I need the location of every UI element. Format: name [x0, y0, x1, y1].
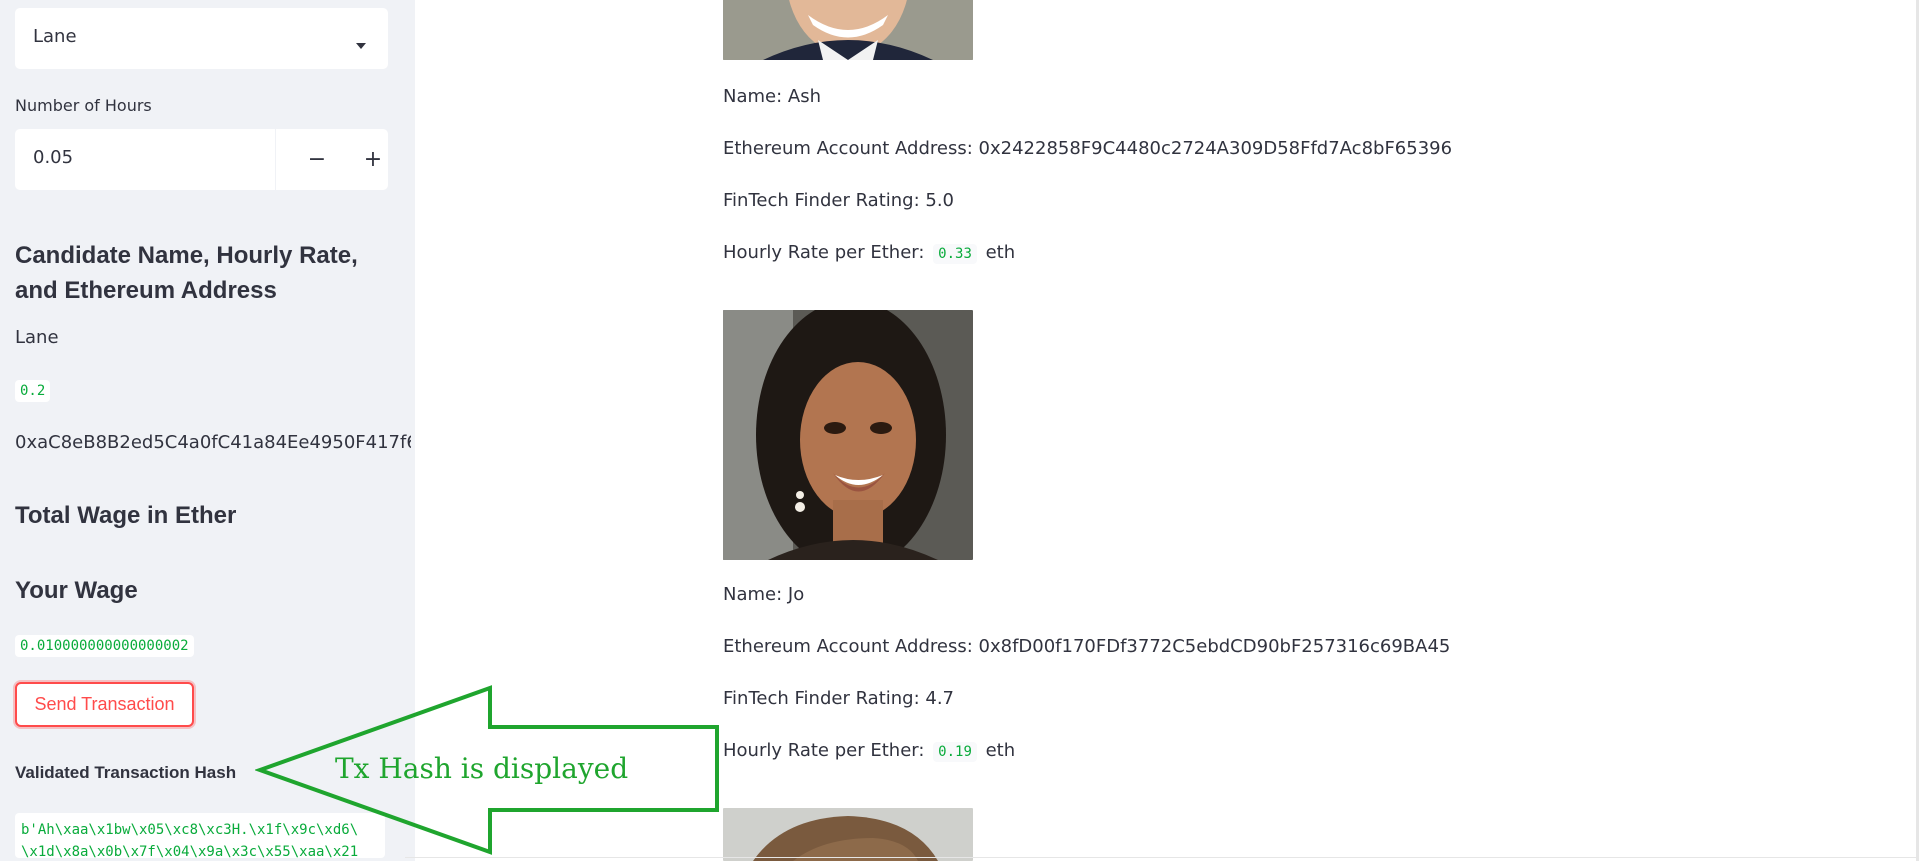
candidate-rate-ash: Hourly Rate per Ether: 0.33 eth: [723, 242, 1016, 264]
transaction-hash-label: Validated Transaction Hash: [15, 763, 237, 782]
your-wage-heading: Your Wage: [15, 577, 138, 604]
candidate-select[interactable]: Lane: [15, 8, 388, 69]
wage-value: 0.010000000000000002: [15, 635, 194, 657]
candidate-select-value: Lane: [33, 26, 77, 47]
send-transaction-button[interactable]: Send Transaction: [15, 682, 194, 727]
rate-prefix: Hourly Rate per Ether:: [723, 740, 925, 761]
rate-unit: eth: [985, 740, 1016, 761]
hours-label: Number of Hours: [15, 96, 152, 115]
candidate-photo-ash: [723, 0, 973, 60]
candidate-photo-jo: [723, 310, 973, 560]
candidate-rating-ash: FinTech Finder Rating: 5.0: [723, 190, 955, 211]
candidate-name-jo: Name: Jo: [723, 584, 805, 605]
chevron-down-icon[interactable]: [356, 43, 366, 49]
rate-value: 0.19: [933, 742, 977, 762]
input-divider: [275, 129, 276, 190]
candidate-address-jo: Ethereum Account Address: 0x8fD00f170FDf…: [723, 636, 1451, 657]
candidate-name: Lane: [15, 327, 59, 348]
total-wage-heading: Total Wage in Ether: [15, 502, 237, 529]
candidate-rate: 0.2: [15, 380, 51, 402]
candidate-address-ash: Ethereum Account Address: 0x2422858F9C44…: [723, 138, 1453, 159]
candidate-photo-next: [723, 808, 973, 861]
candidate-rating-jo: FinTech Finder Rating: 4.7: [723, 688, 955, 709]
candidate-address: 0xaC8eB8B2ed5C4a0fC41a84Ee4950F417f67029: [15, 432, 411, 453]
rate-value: 0.33: [933, 244, 977, 264]
hours-input-value[interactable]: 0.05: [33, 147, 73, 168]
candidate-info-heading: Candidate Name, Hourly Rate, and Ethereu…: [15, 242, 358, 304]
candidate-name-ash: Name: Ash: [723, 86, 821, 107]
annotation-label: Tx Hash is displayed: [335, 752, 629, 785]
rate-unit: eth: [985, 242, 1016, 263]
candidate-rate-jo: Hourly Rate per Ether: 0.19 eth: [723, 740, 1016, 762]
rate-prefix: Hourly Rate per Ether:: [723, 242, 925, 263]
divider: [405, 857, 1919, 858]
hours-number-input[interactable]: 0.05 − +: [15, 129, 388, 190]
decrement-button[interactable]: −: [289, 129, 345, 190]
increment-button[interactable]: +: [345, 129, 401, 190]
